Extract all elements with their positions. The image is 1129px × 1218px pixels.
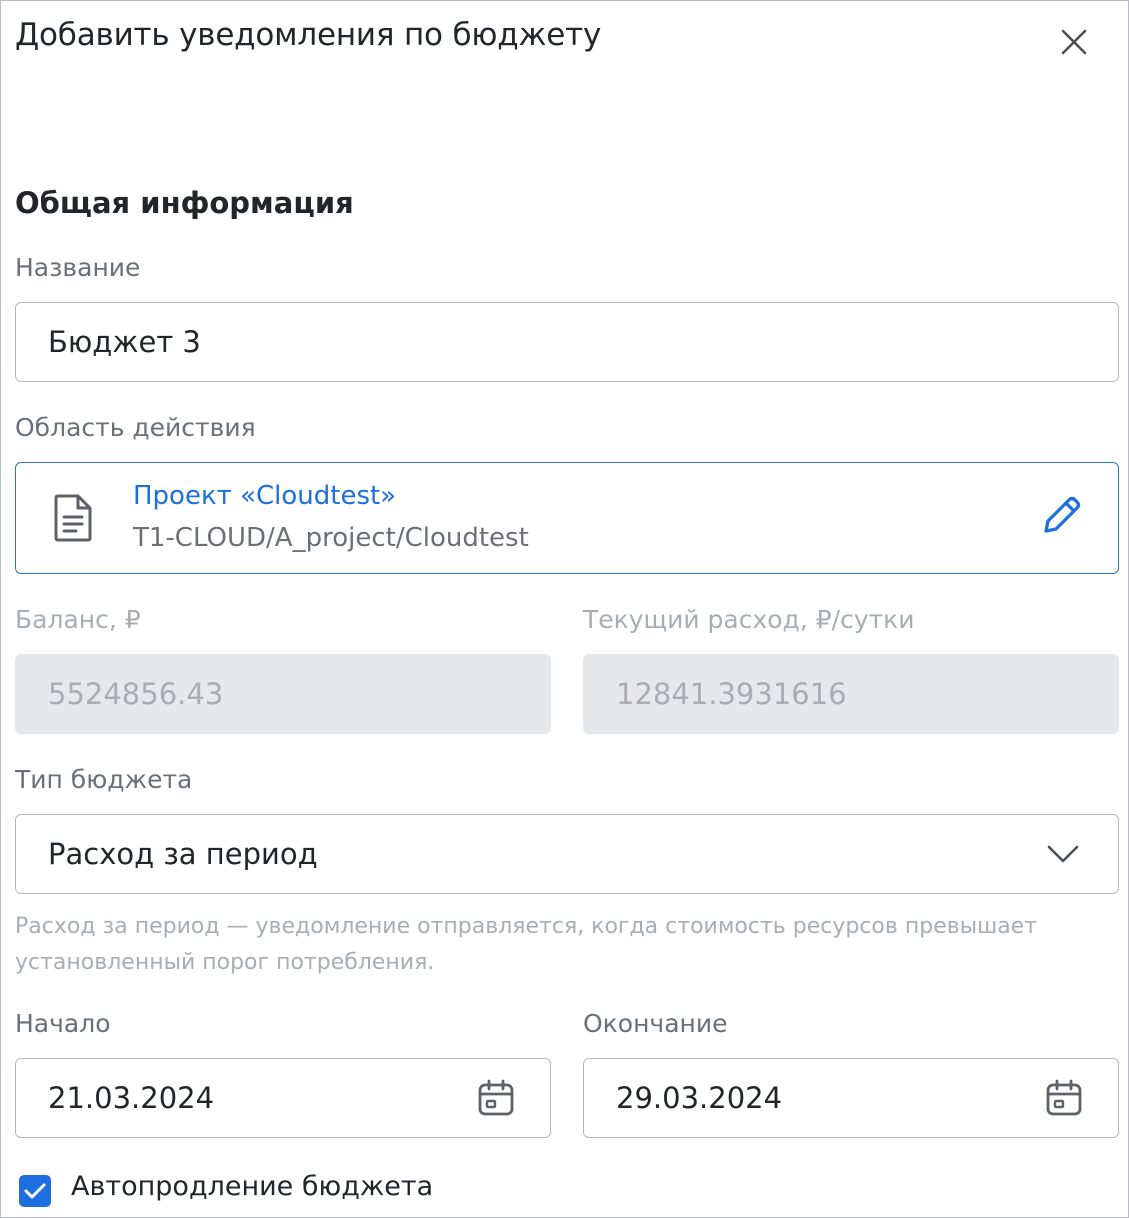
start-date-label: Начало <box>15 1009 111 1038</box>
end-date-value: 29.03.2024 <box>616 1081 783 1115</box>
close-icon <box>1061 29 1087 55</box>
document-icon <box>54 494 92 542</box>
name-label: Название <box>15 253 141 282</box>
balance-value: 5524856.43 <box>48 677 224 711</box>
autorenew-checkbox[interactable] <box>19 1175 51 1207</box>
autorenew-label[interactable]: Автопродление бюджета <box>71 1171 433 1202</box>
checkmark-icon <box>24 1183 46 1199</box>
budget-type-hint: Расход за период — уведомление отправляе… <box>15 914 1038 975</box>
name-input-value: Бюджет 3 <box>48 325 201 359</box>
calendar-icon[interactable] <box>1044 1078 1084 1118</box>
expense-field: 12841.3931616 <box>583 654 1119 734</box>
expense-label: Текущий расход, ₽/сутки <box>583 605 915 634</box>
name-input[interactable]: Бюджет 3 <box>15 302 1119 382</box>
budget-type-label: Тип бюджета <box>15 765 193 794</box>
budget-type-value: Расход за период <box>48 837 318 871</box>
scope-label: Область действия <box>15 413 256 442</box>
dialog-title: Добавить уведомления по бюджету <box>15 17 602 53</box>
section-title-general: Общая информация <box>15 186 354 220</box>
scope-project-path: T1-CLOUD/A_project/Cloudtest <box>133 523 529 553</box>
chevron-down-icon <box>1047 845 1079 863</box>
budget-notification-dialog: Добавить уведомления по бюджету Общая ин… <box>0 0 1129 1218</box>
scope-project-title: Проект «Cloudtest» <box>133 481 397 511</box>
end-date-label: Окончание <box>583 1009 728 1038</box>
pencil-icon[interactable] <box>1038 493 1084 539</box>
start-date-input[interactable]: 21.03.2024 <box>15 1058 551 1138</box>
end-date-input[interactable]: 29.03.2024 <box>583 1058 1119 1138</box>
balance-label: Баланс, ₽ <box>15 605 141 634</box>
expense-value: 12841.3931616 <box>616 677 847 711</box>
close-button[interactable] <box>1053 21 1095 63</box>
start-date-value: 21.03.2024 <box>48 1081 215 1115</box>
balance-field: 5524856.43 <box>15 654 551 734</box>
calendar-icon[interactable] <box>476 1078 516 1118</box>
budget-type-select[interactable]: Расход за период <box>15 814 1119 894</box>
scope-card[interactable]: Проект «Cloudtest» T1-CLOUD/A_project/Cl… <box>15 462 1119 574</box>
